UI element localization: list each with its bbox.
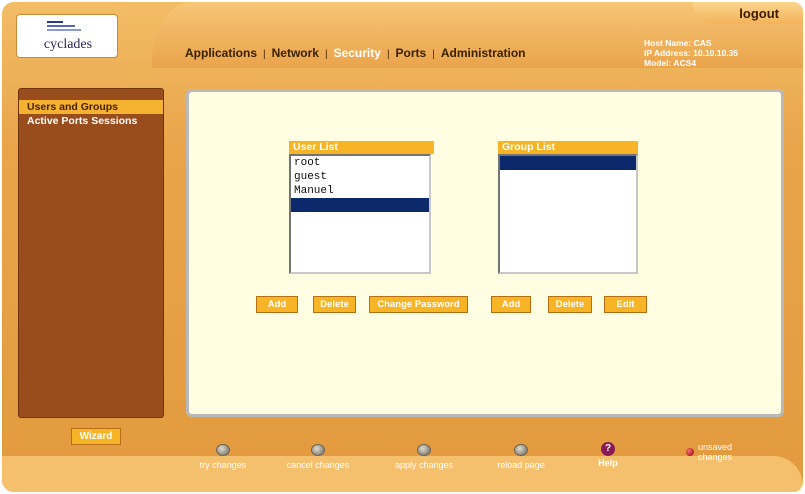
logo-stripes-icon xyxy=(47,21,81,35)
sidebar-item-users-and-groups[interactable]: Users and Groups xyxy=(19,100,163,114)
apply-changes-icon xyxy=(417,444,431,456)
menu-separator: | xyxy=(386,49,390,60)
cancel-changes-label: cancel changes xyxy=(286,460,350,470)
menu-separator: | xyxy=(324,49,328,60)
sidebar-item-active-ports-sessions[interactable]: Active Ports Sessions xyxy=(19,114,163,128)
cancel-changes-button[interactable]: cancel changes xyxy=(270,444,366,470)
top-menu: Applications | Network | Security | Ports | Admi… xyxy=(185,46,526,60)
menu-ports[interactable]: Ports xyxy=(396,46,427,60)
sidebar: Users and Groups Active Ports Sessions xyxy=(18,88,164,418)
main-panel: User List root guest Manuel Group List A… xyxy=(186,89,784,417)
group-list-header: Group List xyxy=(498,141,638,154)
bottom-action-bar: try changes cancel changes apply changes… xyxy=(2,420,803,492)
help-icon: ? xyxy=(601,442,615,456)
logo-text: cyclades xyxy=(43,37,93,52)
list-item[interactable]: root xyxy=(291,156,429,170)
user-add-button[interactable]: Add xyxy=(256,296,298,313)
cyclades-logo: cyclades xyxy=(16,14,118,58)
menu-network[interactable]: Network xyxy=(272,46,319,60)
menu-separator: | xyxy=(432,49,435,60)
unsaved-label: unsaved xyxy=(698,442,733,452)
menu-administration[interactable]: Administration xyxy=(441,46,526,60)
help-label: Help xyxy=(598,458,618,468)
apply-changes-label: apply changes xyxy=(394,460,454,470)
unsaved-changes-indicator: unsaved changes xyxy=(686,442,733,462)
reload-page-label: reload page xyxy=(497,460,545,470)
list-item[interactable] xyxy=(291,198,429,212)
app-frame: logout cyclades Applications | Network | Sec… xyxy=(2,2,803,492)
cancel-changes-icon xyxy=(311,444,325,456)
model-name: Model: ACS4 xyxy=(644,58,697,68)
status-led-icon xyxy=(686,448,694,456)
list-item[interactable] xyxy=(500,156,636,170)
menu-applications[interactable]: Applications xyxy=(185,46,257,60)
ip-address: IP Address: 10.10.10.35 xyxy=(644,48,739,58)
user-list[interactable]: root guest Manuel xyxy=(289,154,431,274)
group-edit-button[interactable]: Edit xyxy=(604,296,647,313)
user-list-header: User List xyxy=(289,141,434,154)
host-info: Host Name: CAS IP Address: 10.10.10.35 M… xyxy=(644,38,738,68)
try-changes-icon xyxy=(216,444,230,456)
host-name: Host Name: CAS xyxy=(644,38,712,48)
group-list[interactable] xyxy=(498,154,638,274)
logout-link[interactable]: logout xyxy=(739,6,779,21)
reload-page-icon xyxy=(514,444,528,456)
list-item[interactable]: Manuel xyxy=(291,184,429,198)
apply-changes-button[interactable]: apply changes xyxy=(382,444,466,470)
try-changes-label: try changes xyxy=(199,460,247,470)
changes-label: changes xyxy=(698,452,733,462)
menu-separator: | xyxy=(263,49,266,60)
menu-security[interactable]: Security xyxy=(334,46,381,60)
change-password-button[interactable]: Change Password xyxy=(369,296,468,313)
group-add-button[interactable]: Add xyxy=(491,296,531,313)
try-changes-button[interactable]: try changes xyxy=(188,444,258,470)
list-item[interactable]: guest xyxy=(291,170,429,184)
reload-page-button[interactable]: reload page xyxy=(486,444,556,470)
help-button[interactable]: ? Help xyxy=(588,442,628,468)
user-delete-button[interactable]: Delete xyxy=(313,296,356,313)
group-delete-button[interactable]: Delete xyxy=(548,296,592,313)
